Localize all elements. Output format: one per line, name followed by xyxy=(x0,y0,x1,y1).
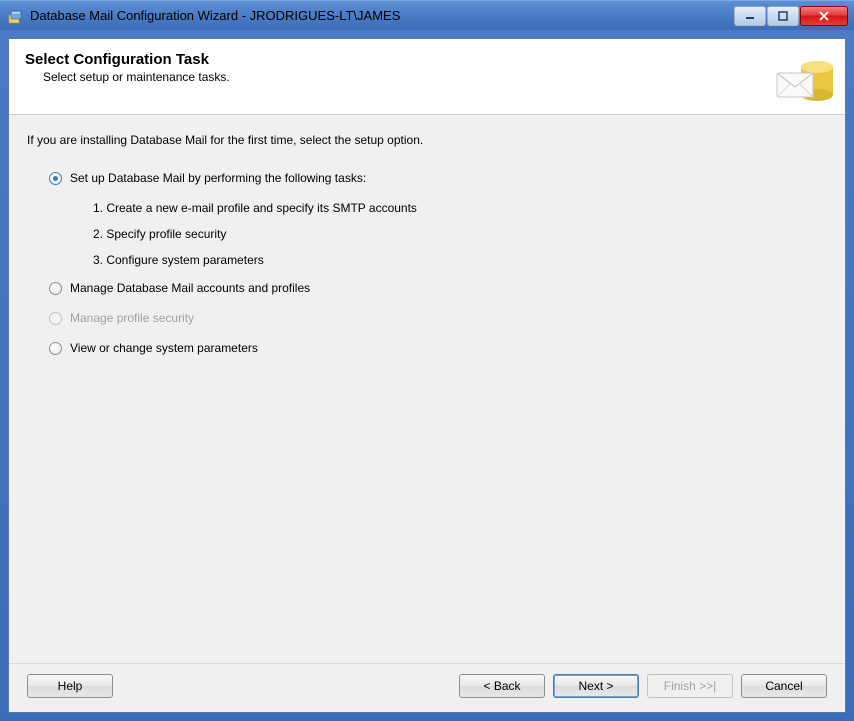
cancel-button[interactable]: Cancel xyxy=(741,674,827,698)
wizard-body: If you are installing Database Mail for … xyxy=(9,115,845,663)
footer-left: Help xyxy=(27,674,459,698)
subtask-1: 1. Create a new e-mail profile and speci… xyxy=(93,201,827,215)
maximize-button[interactable] xyxy=(767,6,799,26)
radio-icon[interactable] xyxy=(49,342,62,355)
wizard-footer: Help < Back Next > Finish >>| Cancel xyxy=(9,663,845,712)
option-view-params[interactable]: View or change system parameters xyxy=(49,341,827,355)
window-content-wrapper: Select Configuration Task Select setup o… xyxy=(0,30,854,721)
intro-text: If you are installing Database Mail for … xyxy=(27,133,827,147)
setup-subtasks: 1. Create a new e-mail profile and speci… xyxy=(49,201,827,267)
window-controls xyxy=(734,6,848,26)
subtask-3: 3. Configure system parameters xyxy=(93,253,827,267)
option-label: Manage profile security xyxy=(70,311,194,325)
titlebar-text: Database Mail Configuration Wizard - JRO… xyxy=(30,8,734,23)
option-manage-security: Manage profile security xyxy=(49,311,827,325)
footer-right: < Back Next > Finish >>| Cancel xyxy=(459,674,827,698)
option-label: Manage Database Mail accounts and profil… xyxy=(70,281,310,295)
page-title: Select Configuration Task xyxy=(25,51,829,68)
option-label: View or change system parameters xyxy=(70,341,258,355)
finish-button: Finish >>| xyxy=(647,674,733,698)
app-icon xyxy=(8,8,24,24)
radio-icon[interactable] xyxy=(49,282,62,295)
option-label: Set up Database Mail by performing the f… xyxy=(70,171,366,185)
page-subtitle: Select setup or maintenance tasks. xyxy=(43,70,829,84)
close-button[interactable] xyxy=(800,6,848,26)
radio-icon[interactable] xyxy=(49,172,62,185)
options-group: Set up Database Mail by performing the f… xyxy=(27,171,827,355)
database-mail-icon xyxy=(771,45,835,109)
wizard-header: Select Configuration Task Select setup o… xyxy=(9,39,845,115)
radio-icon xyxy=(49,312,62,325)
wizard-window: Database Mail Configuration Wizard - JRO… xyxy=(0,0,854,721)
titlebar[interactable]: Database Mail Configuration Wizard - JRO… xyxy=(0,0,854,30)
subtask-2: 2. Specify profile security xyxy=(93,227,827,241)
option-manage-accounts[interactable]: Manage Database Mail accounts and profil… xyxy=(49,281,827,295)
next-button[interactable]: Next > xyxy=(553,674,639,698)
option-setup[interactable]: Set up Database Mail by performing the f… xyxy=(49,171,827,185)
minimize-button[interactable] xyxy=(734,6,766,26)
help-button[interactable]: Help xyxy=(27,674,113,698)
back-button[interactable]: < Back xyxy=(459,674,545,698)
window-content: Select Configuration Task Select setup o… xyxy=(8,38,846,713)
header-text: Select Configuration Task Select setup o… xyxy=(25,51,829,84)
